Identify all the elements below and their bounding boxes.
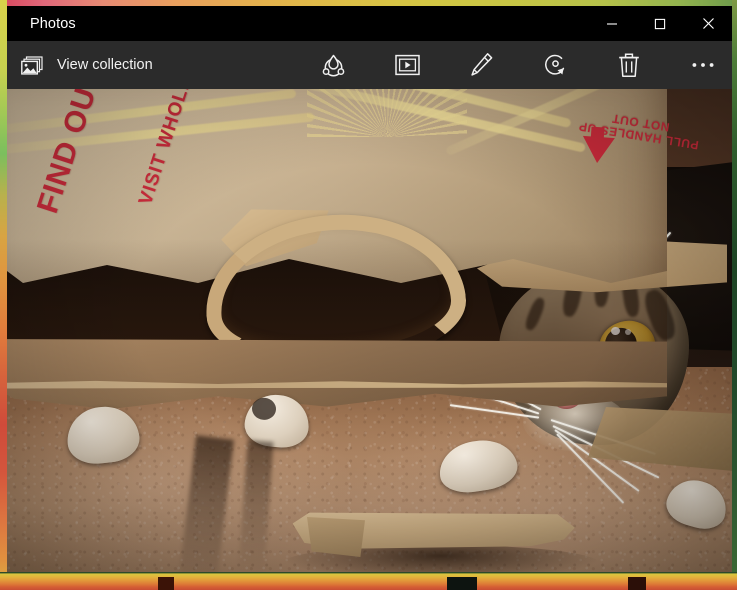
maximize-icon (654, 18, 666, 29)
see-more-button[interactable] (678, 41, 728, 89)
bag-print-arrow-icon (581, 135, 615, 165)
window-inner: Photos View collection FIND OUT WH VISIT… (7, 6, 732, 572)
share-button[interactable] (308, 41, 358, 89)
maximize-button[interactable] (636, 6, 684, 41)
toolbar-actions (308, 41, 732, 89)
window-frame-right (732, 0, 737, 590)
view-collection-button[interactable]: View collection (7, 41, 167, 89)
window-frame-bottom (0, 572, 737, 590)
photo-viewer[interactable]: FIND OUT WH VISIT WHOLE PULL HANDLES UP … (7, 89, 732, 572)
slideshow-button[interactable] (382, 41, 432, 89)
window-controls (588, 6, 732, 41)
photo-collection-icon (21, 55, 43, 75)
minimize-button[interactable] (588, 6, 636, 41)
window-frame-top (0, 0, 737, 6)
close-icon (702, 18, 714, 29)
photo-image: FIND OUT WH VISIT WHOLE PULL HANDLES UP … (7, 89, 732, 572)
app-toolbar: View collection (7, 41, 732, 89)
torn-bag-handle-fold (307, 517, 365, 557)
frame-notch (447, 577, 477, 590)
share-icon (322, 54, 344, 76)
draw-button[interactable] (456, 41, 506, 89)
pencil-icon (470, 53, 492, 76)
slideshow-icon (394, 54, 420, 76)
title-bar: Photos (7, 6, 732, 41)
window-frame-left (0, 0, 7, 590)
trash-icon (619, 53, 639, 77)
app-title: Photos (30, 15, 76, 32)
frame-notch (628, 577, 646, 590)
view-collection-label: View collection (57, 57, 153, 73)
rotate-icon (544, 54, 564, 75)
frame-notch (158, 577, 174, 590)
minimize-icon (607, 22, 617, 25)
photos-app-window: Photos View collection FIND OUT WH VISIT… (0, 0, 737, 590)
delete-button[interactable] (604, 41, 654, 89)
rotate-button[interactable] (530, 41, 580, 89)
close-button[interactable] (684, 6, 732, 41)
ellipsis-icon (692, 63, 714, 67)
